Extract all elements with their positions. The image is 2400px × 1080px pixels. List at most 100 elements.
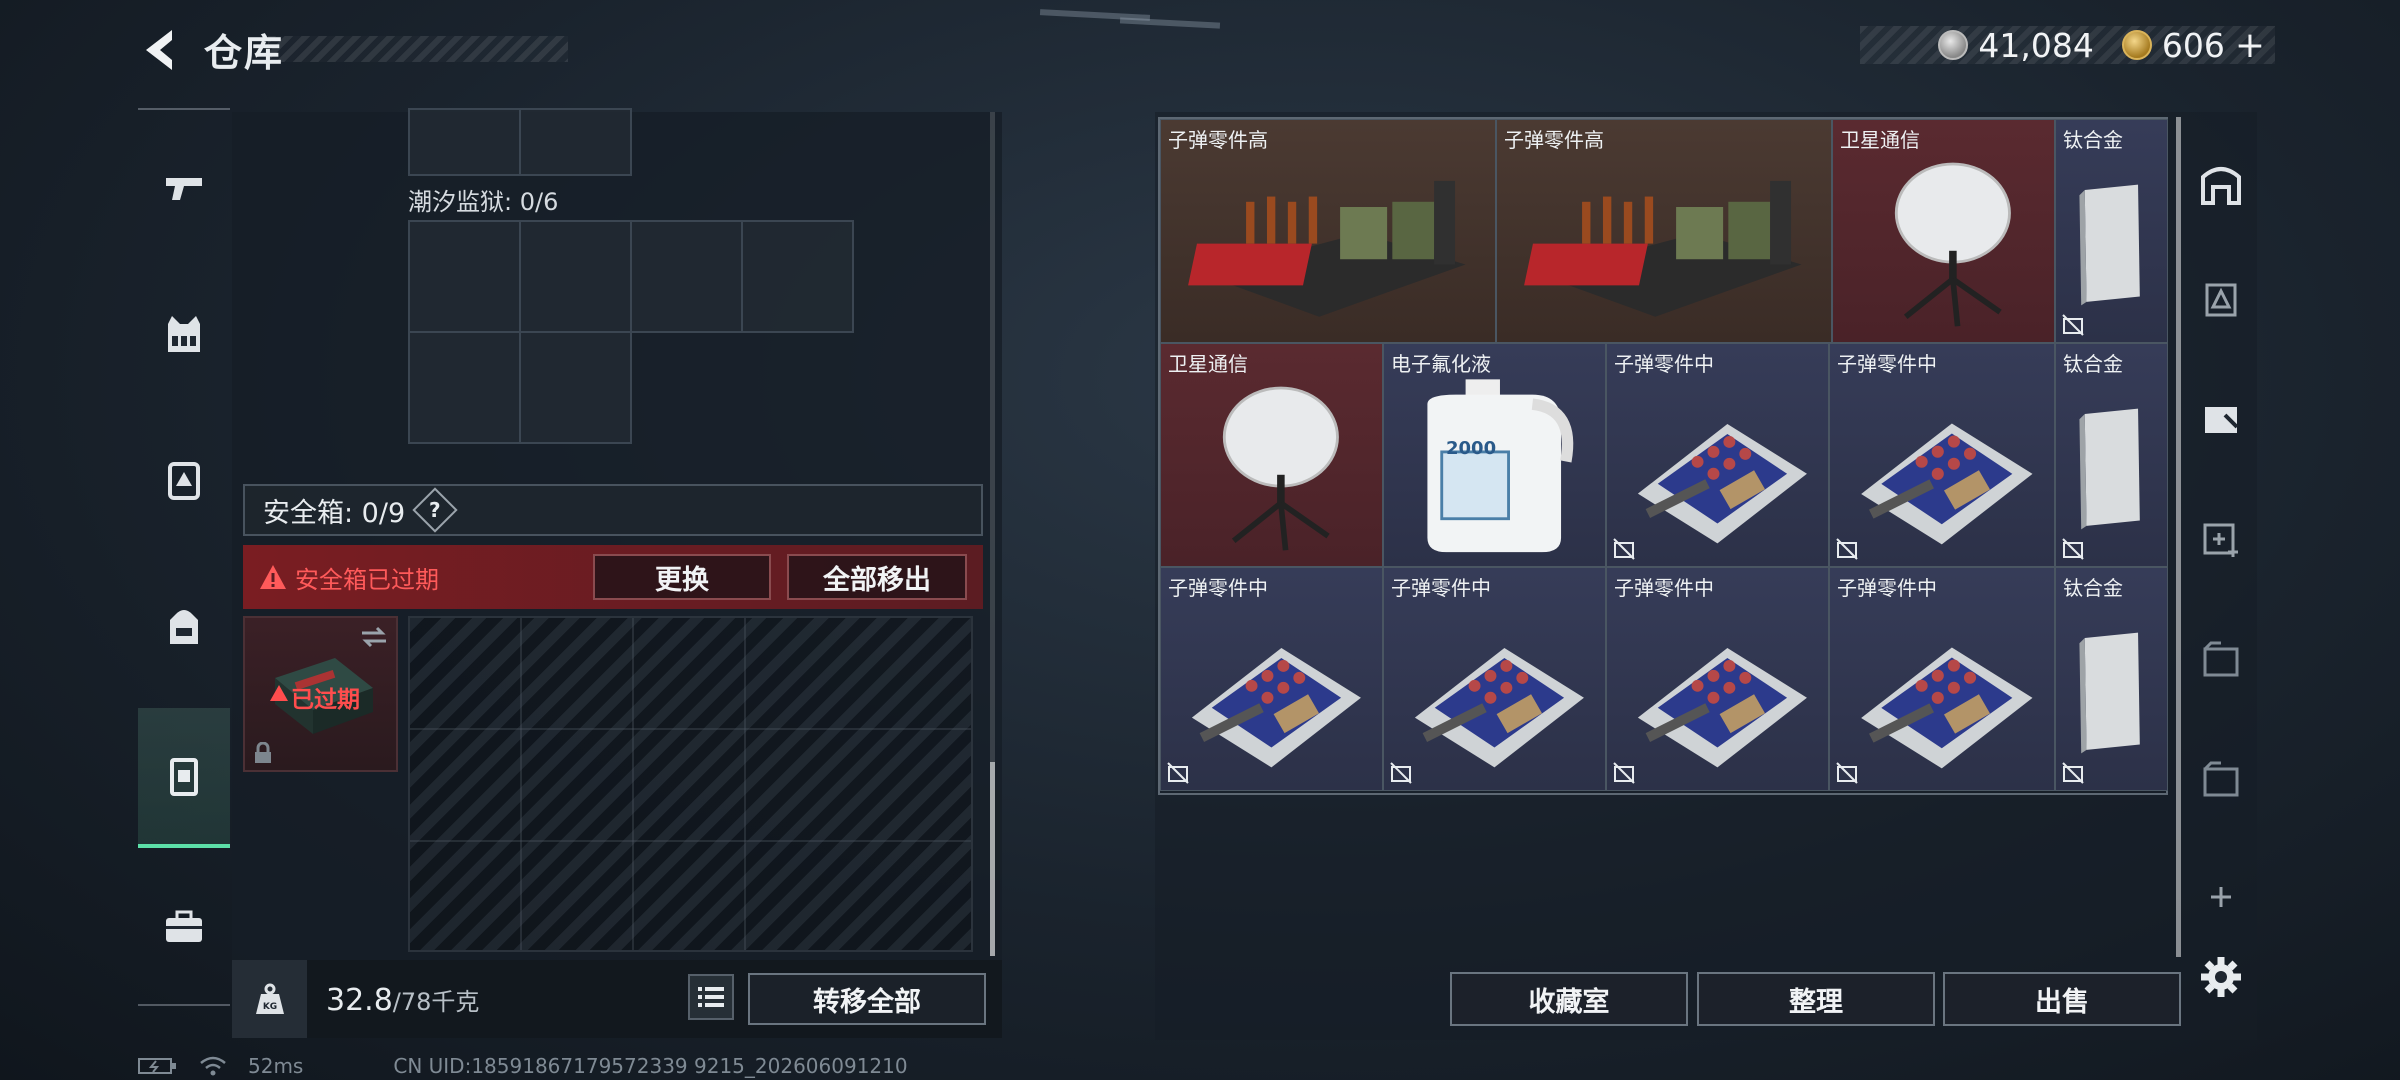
page-title: 仓库: [204, 31, 285, 75]
stash-grid: 子弹零件高 子弹零件高 卫星通信 钛合金 卫星通信 电子氟化液 2000 子弹零件中 子弹零件中…: [1158, 117, 2168, 795]
stash-item-name: 子弹零件中: [1837, 576, 1937, 600]
sort-button[interactable]: 整理: [1697, 972, 1935, 1026]
stash-page-tab[interactable]: [2185, 357, 2257, 477]
rail-item-safe-case[interactable]: [138, 708, 230, 848]
safe-box-expired-banner: 安全箱已过期 更换 全部移出: [243, 545, 983, 609]
pistol-icon: [166, 178, 202, 200]
container-slot[interactable]: [741, 220, 854, 333]
stash-item[interactable]: 子弹零件中: [1160, 567, 1383, 791]
rail-item-weapon[interactable]: [138, 118, 230, 258]
stash-item[interactable]: 子弹零件中: [1829, 567, 2055, 791]
slot-divider: [410, 840, 971, 842]
stash-page-tab[interactable]: [2185, 477, 2257, 597]
stash-item-name: 子弹零件中: [1168, 576, 1268, 600]
currency-bar: 41,084 606 +: [1860, 25, 2275, 66]
stash-item-name: 子弹零件高: [1168, 128, 1268, 152]
stash-item-name: 子弹零件中: [1391, 576, 1491, 600]
list-view-button[interactable]: [688, 974, 734, 1020]
stash-page-tab[interactable]: [2185, 597, 2257, 717]
stash-item[interactable]: 卫星通信: [1160, 343, 1383, 567]
settings-icon: [2201, 957, 2241, 997]
stash-main-tab[interactable]: [2185, 123, 2257, 243]
battery-icon: [138, 1058, 176, 1074]
rail-item-vest[interactable]: [138, 264, 230, 404]
container-slot[interactable]: [519, 331, 632, 444]
stash-page-3-icon: [2205, 407, 2239, 433]
safe-case-icon: [170, 758, 198, 796]
silver-coin-icon: [1938, 30, 1969, 60]
no-trade-icon: [1390, 762, 1412, 784]
stash-page-tab[interactable]: [2185, 717, 2257, 837]
slot-divider: [632, 618, 634, 950]
tide-prison-label: 潮汐监狱: 0/6: [408, 188, 559, 216]
stash-item[interactable]: 子弹零件中: [1383, 567, 1606, 791]
safe-case-slot[interactable]: 已过期: [243, 616, 398, 772]
container-slot[interactable]: [630, 220, 743, 333]
gold-balance: 606: [2161, 25, 2225, 65]
stash-item[interactable]: 钛合金: [2055, 343, 2168, 567]
sell-button[interactable]: 出售: [1943, 972, 2181, 1026]
weight-kg-icon: KG: [232, 960, 307, 1038]
rail-item-toolbox[interactable]: [138, 856, 230, 996]
container-slot[interactable]: [519, 108, 632, 176]
status-bar: 52ms CN UID:18591867179572339 9215_20260…: [138, 1054, 908, 1078]
weight-bar: KG 32.8/78千克 转移全部: [232, 960, 1002, 1038]
uid-readout: CN UID:18591867179572339 9215_2026060912…: [393, 1054, 908, 1078]
container-slot[interactable]: [408, 108, 521, 176]
stash-item-name: 子弹零件高: [1504, 128, 1604, 152]
rail-divider: [138, 1004, 230, 1006]
stash-item[interactable]: 钛合金: [2055, 119, 2168, 343]
swap-icon[interactable]: [360, 626, 388, 648]
add-currency-button[interactable]: +: [2235, 25, 2265, 66]
container-slot[interactable]: [408, 220, 521, 333]
no-trade-icon: [2062, 538, 2084, 560]
move-all-out-button[interactable]: 全部移出: [787, 554, 967, 600]
no-trade-icon: [1613, 762, 1635, 784]
stash-page-tab[interactable]: [2185, 237, 2257, 357]
help-icon[interactable]: ?: [412, 487, 458, 533]
title-decoration: [268, 36, 568, 62]
no-trade-icon: [1167, 762, 1189, 784]
stash-item-name: 子弹零件中: [1614, 576, 1714, 600]
back-button[interactable]: [138, 26, 186, 74]
stash-page-rail: [2185, 117, 2257, 1037]
rail-item-backpack[interactable]: [138, 556, 230, 696]
rail-divider: [138, 108, 230, 110]
stash-item[interactable]: 钛合金: [2055, 567, 2168, 791]
stash-item-name: 卫星通信: [1840, 128, 1920, 152]
expired-warning-text: 安全箱已过期: [295, 565, 439, 594]
stash-item[interactable]: 子弹零件中: [1829, 343, 2055, 567]
equipment-category-rail: [138, 108, 230, 1008]
stash-item[interactable]: 电子氟化液 2000: [1383, 343, 1606, 567]
no-trade-icon: [2062, 762, 2084, 784]
safe-box-label: 安全箱: 0/9: [263, 497, 406, 529]
scrollbar-thumb[interactable]: [990, 762, 995, 956]
list-icon: [698, 987, 724, 1007]
stash-scrollbar[interactable]: [2176, 117, 2181, 957]
stash-item[interactable]: 子弹零件高: [1160, 119, 1496, 343]
stash-item-name: 钛合金: [2063, 352, 2123, 376]
warning-icon: [270, 685, 288, 701]
stash-item[interactable]: 子弹零件中: [1606, 567, 1829, 791]
case-expired-label: 已过期: [291, 687, 360, 713]
back-arrow-icon: [146, 30, 172, 70]
svg-text:KG: KG: [262, 1002, 276, 1012]
stash-item[interactable]: 子弹零件高: [1496, 119, 1832, 343]
stash-item-name: 子弹零件中: [1837, 352, 1937, 376]
container-slot[interactable]: [519, 220, 632, 333]
rail-item-backpack-armor[interactable]: [138, 410, 230, 550]
stash-item-name: 子弹零件中: [1614, 352, 1714, 376]
inventory-scrollbar[interactable]: [990, 112, 995, 956]
slot-divider: [410, 728, 971, 730]
stash-item[interactable]: 子弹零件中: [1606, 343, 1829, 567]
stash-item[interactable]: 卫星通信: [1832, 119, 2055, 343]
transfer-all-button[interactable]: 转移全部: [748, 973, 986, 1025]
weight-max: /78千克: [392, 988, 480, 1016]
settings-button[interactable]: [2185, 917, 2257, 1037]
stash-page-add-icon: [2203, 523, 2238, 557]
container-slot[interactable]: [408, 331, 521, 444]
collection-room-button[interactable]: 收藏室: [1450, 972, 1688, 1026]
no-trade-icon: [1836, 538, 1858, 560]
warning-icon: [260, 565, 286, 589]
replace-button[interactable]: 更换: [593, 554, 771, 600]
